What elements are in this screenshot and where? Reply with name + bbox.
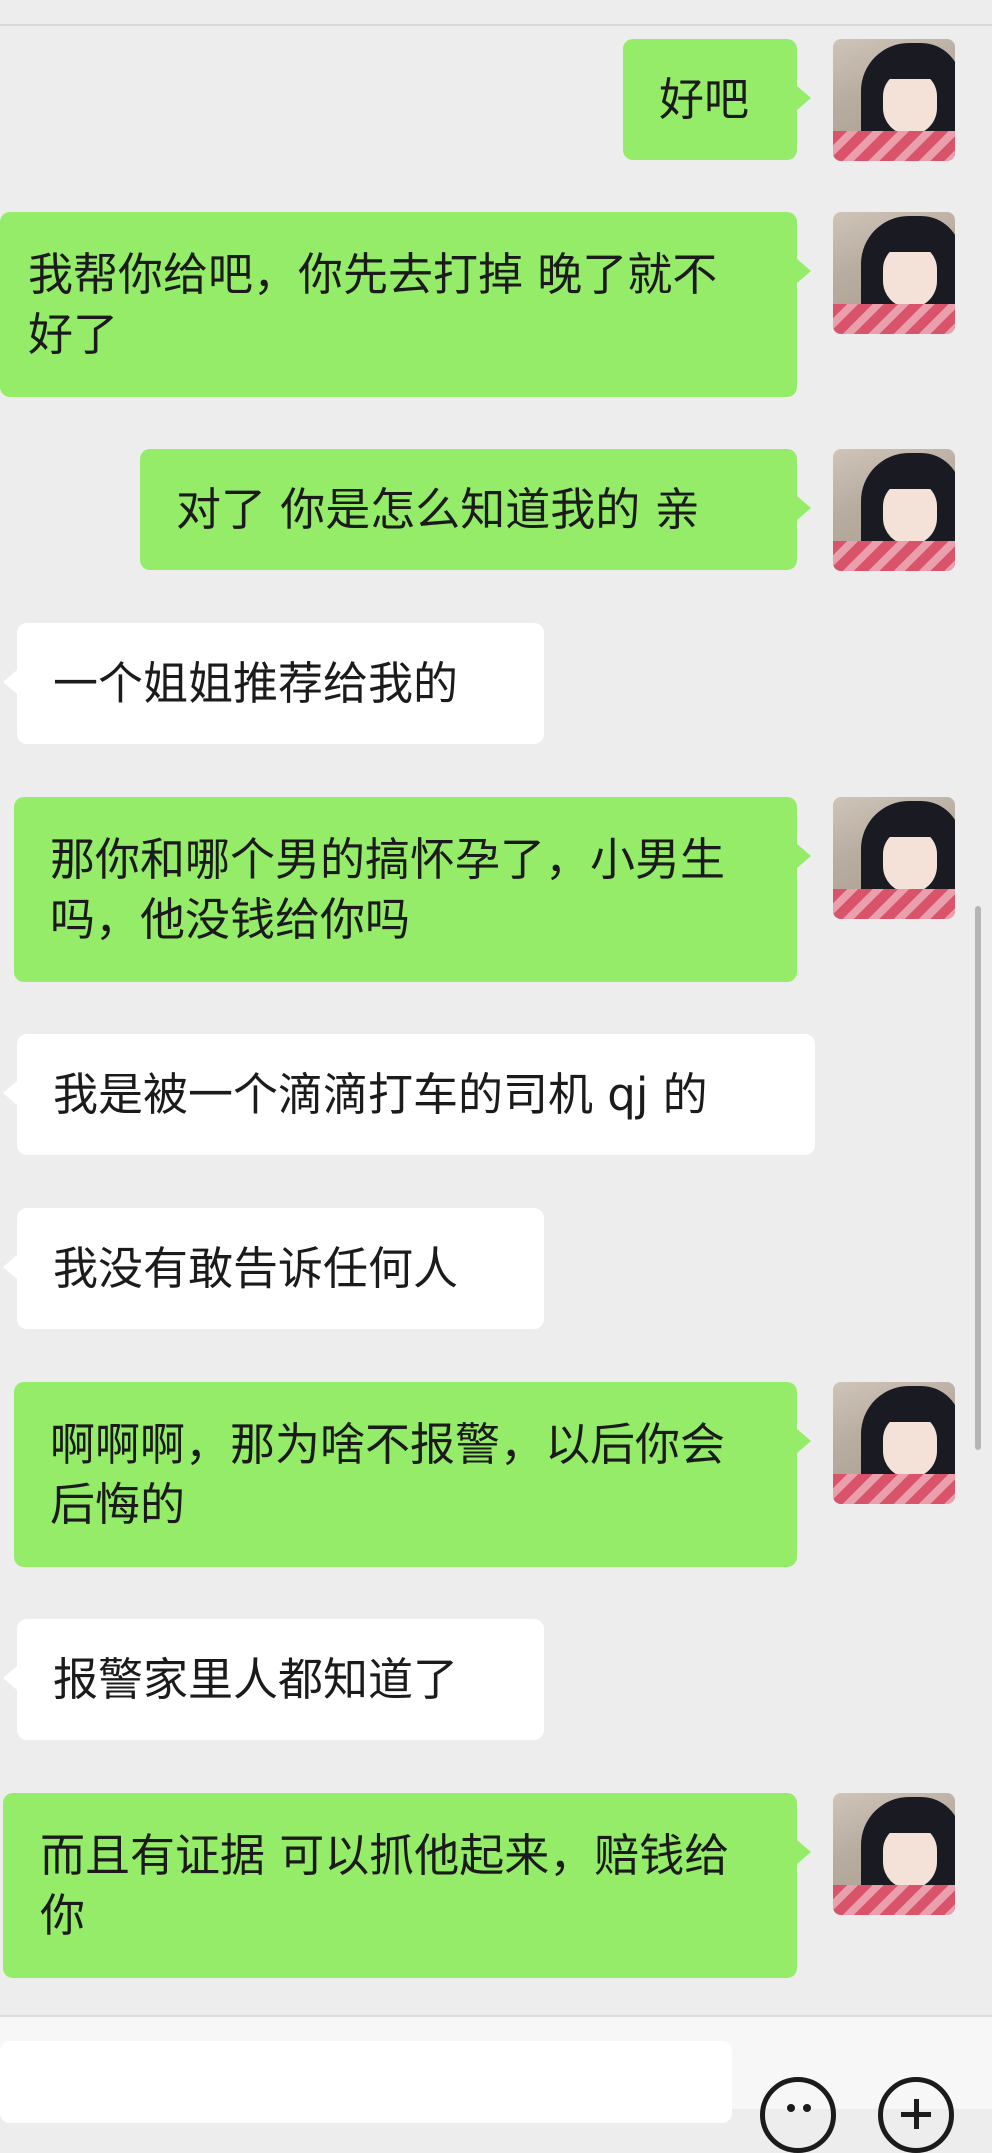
message-bubble-received[interactable]: 报警家里人都知道了 [17, 1619, 544, 1740]
top-divider [0, 24, 992, 26]
my-avatar[interactable] [833, 212, 955, 334]
bubble-tail [3, 670, 17, 694]
bubble-tail [3, 1666, 17, 1690]
message-bubble-sent[interactable]: 那你和哪个男的搞怀孕了，小男生吗，他没钱给你吗 [14, 797, 797, 982]
message-text: 我是被一个滴滴打车的司机 qj 的 [53, 1067, 708, 1121]
message-bubble-sent[interactable]: 而且有证据 可以抓他起来，赔钱给你 [3, 1793, 797, 1978]
bubble-tail [797, 496, 811, 520]
message-bubble-sent[interactable]: 对了 你是怎么知道我的 亲 [140, 449, 797, 570]
bubble-tail [797, 1429, 811, 1453]
bubble-tail [797, 1840, 811, 1864]
message-bubble-received[interactable]: 一个姐姐推荐给我的 [17, 623, 544, 744]
plus-icon[interactable] [878, 2077, 954, 2153]
message-text: 我帮你给吧，你先去打掉 晚了就不好了 [28, 247, 718, 361]
my-avatar[interactable] [833, 449, 955, 571]
message-text: 一个姐姐推荐给我的 [53, 656, 459, 710]
chat-scrollbar[interactable] [975, 906, 981, 1450]
bubble-tail [797, 844, 811, 868]
chat-input-bar [0, 2015, 992, 2153]
emoji-icon[interactable] [760, 2077, 836, 2153]
my-avatar[interactable] [833, 1382, 955, 1504]
message-text: 报警家里人都知道了 [53, 1652, 459, 1706]
message-input[interactable] [0, 2041, 732, 2123]
message-text: 而且有证据 可以抓他起来，赔钱给你 [40, 1828, 730, 1942]
message-bubble-received[interactable]: 我是被一个滴滴打车的司机 qj 的 [17, 1034, 815, 1155]
message-text: 对了 你是怎么知道我的 亲 [176, 482, 700, 536]
message-text: 好吧 [659, 72, 750, 126]
message-bubble-sent[interactable]: 好吧 [623, 39, 797, 160]
my-avatar[interactable] [833, 39, 955, 161]
message-bubble-sent[interactable]: 啊啊啊，那为啥不报警，以后你会后悔的 [14, 1382, 797, 1567]
bubble-tail [3, 1255, 17, 1279]
message-text: 啊啊啊，那为啥不报警，以后你会后悔的 [50, 1417, 726, 1531]
my-avatar[interactable] [833, 1793, 955, 1915]
bubble-tail [3, 1081, 17, 1105]
message-bubble-sent[interactable]: 我帮你给吧，你先去打掉 晚了就不好了 [0, 212, 797, 397]
message-text: 我没有敢告诉任何人 [53, 1241, 459, 1295]
bubble-tail [797, 86, 811, 110]
message-bubble-received[interactable]: 我没有敢告诉任何人 [17, 1208, 544, 1329]
message-text: 那你和哪个男的搞怀孕了，小男生吗，他没钱给你吗 [50, 832, 726, 946]
my-avatar[interactable] [833, 797, 955, 919]
bubble-tail [797, 259, 811, 283]
